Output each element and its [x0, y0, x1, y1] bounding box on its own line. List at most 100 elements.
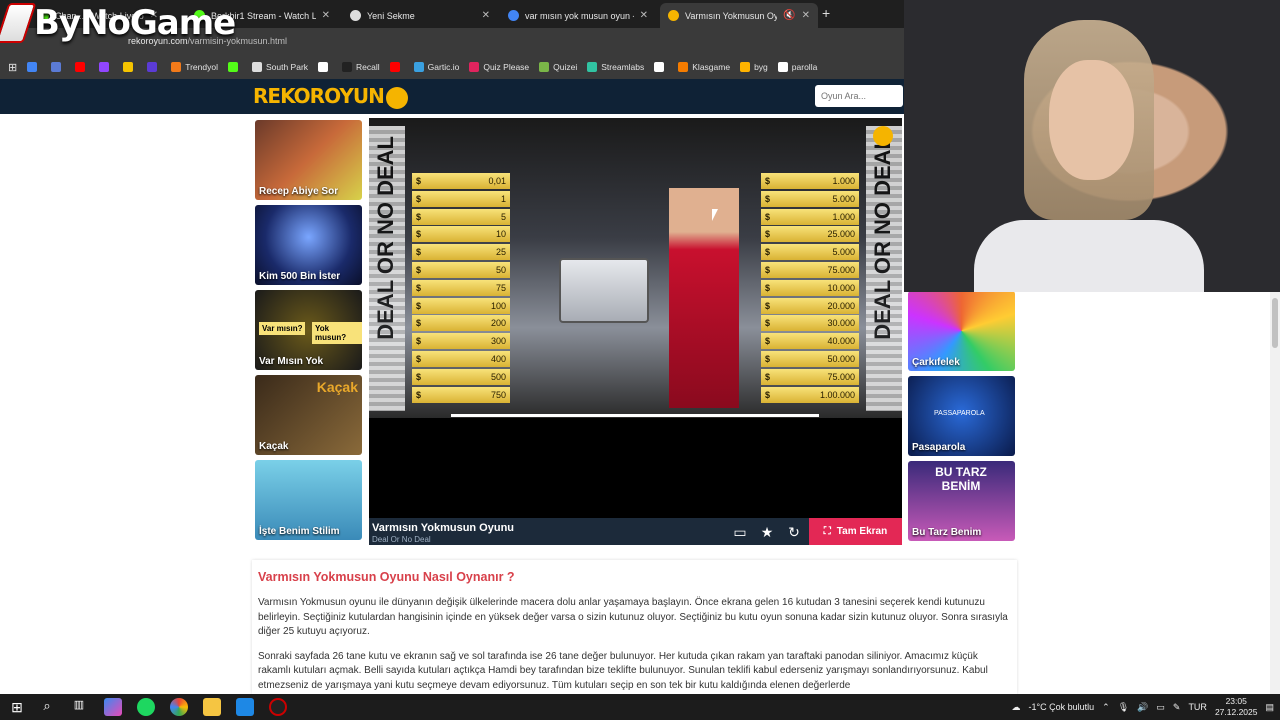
- rekoroyun-icon: [668, 10, 679, 21]
- bookmark-item[interactable]: [99, 62, 113, 72]
- close-icon[interactable]: ✕: [802, 10, 810, 21]
- search-icon[interactable]: ⌕: [38, 698, 56, 716]
- close-icon[interactable]: ✕: [322, 10, 330, 21]
- fullscreen-button[interactable]: ⛶ Tam Ekran: [809, 518, 902, 545]
- volume-icon[interactable]: 🔊: [1137, 702, 1148, 713]
- bookmark-favicon-icon: [51, 62, 62, 72]
- game-thumb-carkifelek[interactable]: Çarkıfelek: [908, 291, 1015, 371]
- settings-gear-icon[interactable]: [873, 126, 893, 146]
- windows-start-icon[interactable]: ⊞: [8, 698, 26, 716]
- prize-value: $1.000: [761, 208, 859, 225]
- bookmark-item[interactable]: Trendyol: [171, 62, 218, 72]
- bookmark-item[interactable]: Streamlabs: [587, 62, 644, 72]
- game-thumb-varmisin[interactable]: Var mısın? Yok musun? Var Mısın Yok: [255, 290, 362, 370]
- bookmark-item[interactable]: Quizei: [539, 62, 577, 72]
- bookmark-item[interactable]: [318, 62, 332, 72]
- bookmark-label: Gartic.io: [427, 62, 460, 72]
- prize-amount: 75.000: [827, 264, 855, 275]
- spotify-icon[interactable]: [137, 698, 155, 716]
- apps-icon[interactable]: ⊞: [8, 61, 17, 74]
- bookmark-label: byg: [754, 62, 768, 72]
- bookmark-item[interactable]: Quiz Please: [469, 62, 529, 72]
- bookmark-item[interactable]: byg: [740, 62, 768, 72]
- obs-icon[interactable]: [269, 698, 287, 716]
- task-view-icon[interactable]: ▥: [70, 698, 88, 716]
- bookmark-item[interactable]: South Park: [251, 62, 308, 72]
- mute-icon[interactable]: 🔇: [783, 10, 795, 21]
- game-thumb-kim500[interactable]: Kim 500 Bin İster: [255, 205, 362, 285]
- host-figure: [669, 188, 739, 408]
- bookmark-favicon-icon: [654, 62, 665, 72]
- game-thumb-butarz[interactable]: BU TARZ BENİM Bu Tarz Benim: [908, 461, 1015, 541]
- close-icon[interactable]: ✕: [482, 10, 490, 21]
- notification-icon[interactable]: ▤: [1265, 702, 1274, 713]
- prize-value: $10: [412, 226, 510, 243]
- chevron-up-icon[interactable]: ⌃: [1102, 702, 1110, 713]
- copilot-icon[interactable]: [104, 698, 122, 716]
- prize-value: $200: [412, 315, 510, 332]
- bookmark-favicon-icon: [413, 62, 424, 72]
- prize-value: $5.000: [761, 190, 859, 207]
- game-frame[interactable]: DEAL OR NO DEAL DEAL OR NO DEAL $0,01 $1 $…: [369, 118, 902, 545]
- bookmark-item[interactable]: [389, 62, 404, 72]
- webcam-face: [1049, 60, 1134, 180]
- prize-amount: 20.000: [827, 300, 855, 311]
- mascot-icon: [385, 86, 408, 109]
- prize-value: $0,01: [412, 173, 510, 189]
- game-title: Var Mısın Yok: [259, 356, 324, 367]
- bookmark-item[interactable]: parolla: [777, 62, 817, 72]
- butarz-logo-text: BU TARZ BENİM: [935, 465, 987, 493]
- bookmark-item[interactable]: [654, 62, 668, 72]
- bookmark-favicon-icon: [469, 62, 480, 72]
- bookmark-favicon-icon: [99, 62, 110, 72]
- site-logo[interactable]: REKOROYUN: [253, 84, 408, 109]
- bookmark-item[interactable]: [51, 62, 65, 72]
- language-indicator[interactable]: TUR: [1188, 702, 1207, 712]
- bookmark-item[interactable]: Klasgame: [678, 62, 730, 72]
- bookmark-item[interactable]: [147, 62, 161, 72]
- currency-symbol: $: [765, 282, 771, 293]
- game-thumb-pasaparola[interactable]: PASSAPAROLA Pasaparola: [908, 376, 1015, 456]
- prize-value: $30.000: [761, 315, 859, 332]
- game-scene[interactable]: DEAL OR NO DEAL DEAL OR NO DEAL $0,01 $1 $…: [369, 118, 902, 418]
- game-thumb-stilim[interactable]: İşte Benim Stilim: [255, 460, 362, 540]
- webcam-shirt: [974, 220, 1204, 292]
- currency-symbol: $: [416, 389, 422, 400]
- bookmark-item[interactable]: [227, 62, 242, 72]
- scrollbar-thumb[interactable]: [1272, 298, 1278, 348]
- bookmark-item[interactable]: [27, 62, 41, 72]
- tab-varmisin[interactable]: Varmısın Yokmusun Oyunu 🔇 ✕: [660, 3, 818, 28]
- chrome-icon[interactable]: [170, 698, 188, 716]
- stage-line: [451, 414, 819, 417]
- article-paragraph: Sonraki sayfada 26 tane kutu ve ekranın …: [258, 650, 988, 691]
- tab-new[interactable]: Yeni Sekme ✕: [342, 3, 498, 28]
- microphone-icon[interactable]: 🎙: [1118, 702, 1129, 713]
- prize-value: $1.000: [761, 173, 859, 189]
- search-input[interactable]: [815, 85, 903, 107]
- bookmark-item[interactable]: [123, 62, 137, 72]
- comment-icon[interactable]: ▭: [729, 521, 751, 543]
- close-icon[interactable]: ✕: [640, 10, 648, 21]
- tab-title: Yeni Sekme: [367, 10, 415, 21]
- pen-icon[interactable]: ✎: [1173, 702, 1181, 713]
- page-scrollbar[interactable]: [1270, 292, 1280, 694]
- refresh-icon[interactable]: ↻: [783, 521, 805, 543]
- bookmark-item[interactable]: Recall: [342, 62, 380, 72]
- prize-amount: 5.000: [832, 193, 855, 204]
- prize-value: $25.000: [761, 226, 859, 243]
- new-tab-button[interactable]: +: [822, 5, 830, 21]
- bookmark-favicon-icon: [27, 62, 38, 72]
- bookmark-item[interactable]: Gartic.io: [413, 62, 460, 72]
- bookmark-item[interactable]: [75, 62, 89, 72]
- weather-text[interactable]: -1°C Çok bulutlu: [1029, 702, 1095, 712]
- weather-icon[interactable]: ☁: [1012, 702, 1021, 713]
- game-thumb-recep[interactable]: Recep Abiye Sor: [255, 120, 362, 200]
- clock[interactable]: 23:05 27.12.2025: [1215, 696, 1258, 718]
- tab-google[interactable]: var mısın yok musun oyun - Go ✕: [500, 3, 656, 28]
- briefcase[interactable]: [559, 258, 649, 323]
- star-icon[interactable]: ★: [756, 521, 778, 543]
- network-icon[interactable]: ▭: [1156, 702, 1165, 713]
- game-thumb-kacak[interactable]: Kaçak Kaçak: [255, 375, 362, 455]
- mail-icon[interactable]: [236, 698, 254, 716]
- file-explorer-icon[interactable]: [203, 698, 221, 716]
